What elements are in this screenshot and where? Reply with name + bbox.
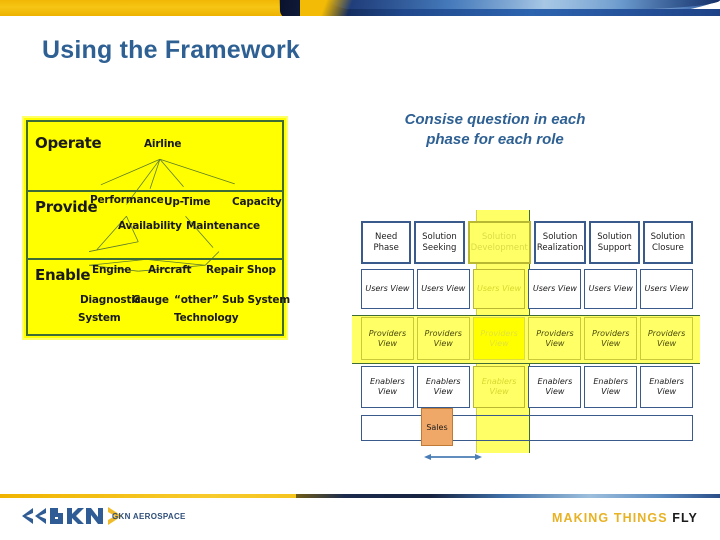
users-view-cell-1[interactable]: Users View (361, 269, 414, 309)
sales-box[interactable]: Sales (421, 408, 453, 446)
top-banner (0, 0, 720, 16)
framework-node-engine: Engine (92, 264, 132, 276)
framework-node-technology: Technology (174, 312, 239, 324)
providers-view-cell-2[interactable]: Providers View (416, 317, 470, 360)
framework-node-repair-shop: Repair Shop (206, 264, 276, 276)
framework-node-performance: Performance (90, 194, 164, 206)
phase-cell-solution-closure[interactable]: Solution Closure (642, 221, 694, 264)
framework-band-operate (28, 122, 282, 192)
framework-level-operate: Operate (35, 134, 102, 152)
framework-node-capacity: Capacity (232, 196, 282, 208)
phase-grid: Need Phase Solution Seeking Solution Dev… (352, 203, 700, 468)
tagline: MAKING THINGS FLY (552, 511, 698, 525)
phase-cell-solution-realization[interactable]: Solution Realization (533, 221, 587, 264)
enablers-view-cell-4[interactable]: Enablers View (528, 366, 582, 408)
framework-level-provide: Provide (35, 198, 98, 216)
enablers-view-cell-5[interactable]: Enablers View (584, 366, 638, 408)
framework-node-availability: Availability (118, 220, 182, 232)
users-view-cell-6[interactable]: Users View (640, 269, 693, 309)
framework-node-airline: Airline (144, 138, 182, 150)
framework-node-system: System (78, 312, 121, 324)
users-view-cell-5[interactable]: Users View (584, 269, 638, 309)
providers-view-cell-4[interactable]: Providers View (528, 317, 582, 360)
framework-node-uptime: Up-Time (164, 196, 211, 208)
enablers-view-cell-6[interactable]: Enablers View (640, 366, 693, 408)
footer-divider-blue (430, 494, 720, 498)
timeline-bar (361, 415, 693, 441)
callout-line-2: phase for each role (426, 131, 564, 149)
users-view-cell-3[interactable]: Users View (472, 269, 526, 309)
framework-node-gauge: Gauge (132, 294, 169, 306)
enablers-view-cell-1[interactable]: Enablers View (361, 366, 414, 408)
role-row-providers-view: Providers View Providers View Providers … (361, 317, 693, 360)
framework-diagram-inner: Operate Provide Enable Airline Performan… (26, 120, 290, 336)
page-title: Using the Framework (42, 36, 301, 64)
providers-view-cell-6[interactable]: Providers View (640, 317, 693, 360)
users-view-cell-4[interactable]: Users View (528, 269, 582, 309)
phase-header-row: Need Phase Solution Seeking Solution Dev… (361, 221, 694, 264)
framework-node-other-sub-system: “other” Sub System (174, 294, 291, 306)
framework-diagram: Operate Provide Enable Airline Performan… (22, 116, 290, 340)
providers-view-cell-1[interactable]: Providers View (361, 317, 414, 360)
footer-divider-dark (296, 494, 436, 498)
phase-cell-solution-support[interactable]: Solution Support (589, 221, 640, 264)
footer-divider-gold (0, 494, 305, 498)
footer-divider (0, 494, 720, 498)
tagline-dark: FLY (672, 511, 698, 525)
role-row-users-view: Users View Users View Users View Users V… (361, 269, 693, 309)
callout-line-1: Consise question in each (404, 111, 586, 128)
phase-cell-solution-seeking[interactable]: Solution Seeking (414, 221, 465, 264)
double-arrow-icon (424, 454, 482, 460)
framework-level-enable: Enable (35, 266, 91, 284)
gkn-brand-label: GKN AEROSPACE (112, 512, 186, 521)
providers-view-cell-5[interactable]: Providers View (584, 317, 638, 360)
callout-text: Consise question in each phase for each … (360, 110, 630, 151)
users-view-cell-2[interactable]: Users View (416, 269, 470, 309)
enablers-view-cell-2[interactable]: Enablers View (416, 366, 470, 408)
enablers-view-cell-3[interactable]: Enablers View (472, 366, 526, 408)
tagline-gold: MAKING THINGS (551, 511, 668, 525)
providers-view-cell-3[interactable]: Providers View (472, 317, 526, 360)
framework-node-maintenance: Maintenance (186, 220, 260, 232)
banner-gold-wedge (300, 0, 370, 16)
phase-cell-need-phase[interactable]: Need Phase (361, 221, 412, 264)
role-row-enablers-view: Enablers View Enablers View Enablers Vie… (361, 366, 693, 408)
framework-node-aircraft: Aircraft (148, 264, 192, 276)
slide: Using the Framework Operate Provide Enab… (0, 0, 720, 540)
phase-cell-solution-development[interactable]: Solution Development (467, 221, 531, 264)
